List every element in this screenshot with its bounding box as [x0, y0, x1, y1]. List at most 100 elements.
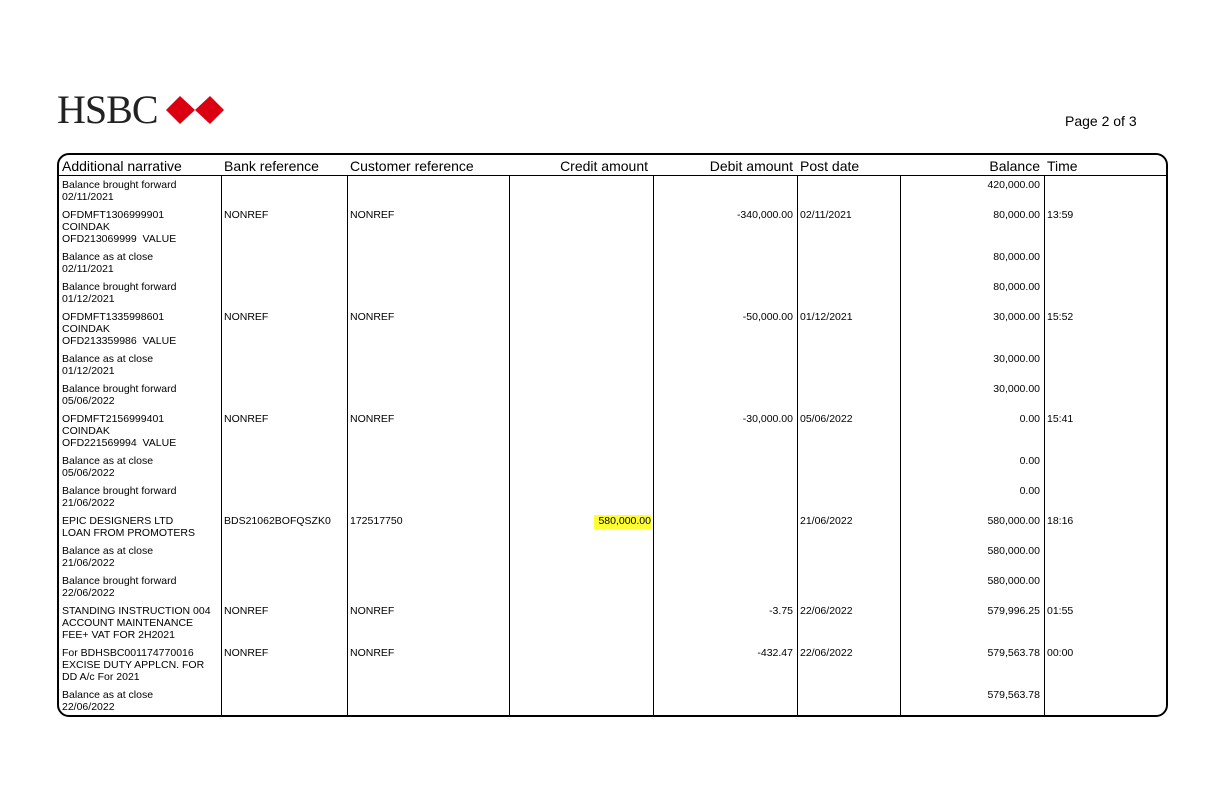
header-debit-amount: Debit amount — [709, 158, 793, 174]
cell-credit: 580,000.00 — [594, 515, 651, 529]
cell-cust-ref: NONREF — [350, 605, 395, 617]
cell-cust-ref: NONREF — [350, 647, 395, 659]
narrative-line: OFDMFT2156999401 — [62, 413, 165, 425]
cell-narrative: Balance brought forward 01/12/2021 — [62, 281, 176, 305]
narrative-line: EXCISE DUTY APPLCN. FOR — [62, 659, 205, 671]
cell-balance: 579,996.25 — [987, 605, 1040, 617]
cell-post-date: 22/06/2022 — [800, 647, 853, 659]
header-bank-reference: Bank reference — [224, 158, 319, 174]
cell-balance: 80,000.00 — [993, 281, 1040, 293]
header-post-date: Post date — [800, 158, 860, 174]
column-divider — [653, 175, 654, 715]
narrative-line: Balance as at close — [62, 251, 154, 263]
cell-cust-ref: 172517750 — [350, 515, 403, 527]
cell-time: 15:41 — [1047, 413, 1074, 425]
cell-balance: 579,563.78 — [987, 689, 1040, 701]
narrative-line: COINDAK — [62, 221, 110, 233]
narrative-line: For BDHSBC001174770016 — [62, 647, 194, 659]
narrative-line: OFD213069999 VALUE — [62, 233, 177, 245]
cell-cust-ref: NONREF — [350, 413, 395, 425]
narrative-line: 21/06/2022 — [62, 497, 115, 509]
cell-narrative: For BDHSBC001174770016 EXCISE DUTY APPLCN… — [62, 647, 204, 683]
column-divider — [221, 175, 222, 715]
narrative-line: OFD213359986 VALUE — [62, 335, 177, 347]
header-divider — [59, 175, 1166, 176]
cell-balance: 420,000.00 — [987, 179, 1040, 191]
cell-narrative: Balance as at close 05/06/2022 — [62, 455, 153, 479]
cell-debit: -432.47 — [757, 647, 793, 659]
narrative-line: OFDMFT1306999901 — [62, 209, 165, 221]
cell-narrative: OFDMFT1306999901 COINDAK OFD213069999 VALU… — [62, 209, 176, 245]
cell-cust-ref: NONREF — [350, 209, 395, 221]
hexagon-logo-icon — [165, 96, 224, 124]
narrative-line: DD A/c For 2021 — [62, 671, 140, 683]
narrative-line: Balance as at close — [62, 353, 154, 365]
narrative-line: OFDMFT1335998601 — [62, 311, 165, 323]
cell-balance: 30,000.00 — [993, 383, 1040, 395]
cell-bank-ref: NONREF — [224, 605, 269, 617]
cell-narrative: Balance as at close 01/12/2021 — [62, 353, 153, 377]
narrative-line: COINDAK — [62, 323, 110, 335]
statement-table: Additional narrative Bank reference Cust… — [57, 153, 1168, 717]
narrative-line: ACCOUNT MAINTENANCE — [62, 617, 194, 629]
hsbc-logo: HSBC — [57, 90, 224, 130]
cell-balance: 580,000.00 — [987, 545, 1040, 557]
cell-time: 15:52 — [1047, 311, 1074, 323]
cell-narrative: Balance brought forward 02/11/2021 — [62, 179, 176, 203]
cell-balance: 0.00 — [1019, 455, 1040, 467]
cell-balance: 80,000.00 — [993, 209, 1040, 221]
cell-post-date: 01/12/2021 — [800, 311, 853, 323]
narrative-line: 01/12/2021 — [62, 293, 115, 305]
narrative-line: STANDING INSTRUCTION 004 — [62, 605, 211, 617]
cell-debit: -50,000.00 — [742, 311, 793, 323]
narrative-line: 02/11/2021 — [62, 263, 114, 275]
cell-narrative: OFDMFT1335998601 COINDAK OFD213359986 VALU… — [62, 311, 176, 347]
narrative-line: OFD221569994 VALUE — [62, 437, 177, 449]
cell-balance: 80,000.00 — [993, 251, 1040, 263]
bank-name: HSBC — [57, 87, 158, 132]
narrative-line: Balance brought forward — [62, 383, 177, 395]
cell-bank-ref: NONREF — [224, 209, 269, 221]
column-divider — [900, 175, 901, 715]
narrative-line: 22/06/2022 — [62, 587, 115, 599]
narrative-line: 01/12/2021 — [62, 365, 115, 377]
cell-bank-ref: NONREF — [224, 413, 269, 425]
cell-time: 13:59 — [1047, 209, 1074, 221]
cell-narrative: Balance brought forward 21/06/2022 — [62, 485, 176, 509]
column-divider — [509, 175, 510, 715]
cell-debit: -30,000.00 — [742, 413, 793, 425]
column-divider — [1044, 175, 1045, 715]
cell-narrative: STANDING INSTRUCTION 004 ACCOUNT MAINTENA… — [62, 605, 211, 641]
cell-balance: 0.00 — [1019, 485, 1040, 497]
narrative-line: 22/06/2022 — [62, 701, 115, 713]
cell-balance: 0.00 — [1019, 413, 1040, 425]
cell-debit: -3.75 — [769, 605, 793, 617]
cell-narrative: Balance as at close 02/11/2021 — [62, 251, 153, 275]
cell-balance: 30,000.00 — [993, 353, 1040, 365]
credit-amount-value: 580,000.00 — [594, 515, 651, 529]
cell-post-date: 21/06/2022 — [800, 515, 853, 527]
narrative-line: EPIC DESIGNERS LTD — [62, 515, 174, 527]
narrative-line: 02/11/2021 — [62, 191, 114, 203]
cell-time: 18:16 — [1047, 515, 1074, 527]
header-time: Time — [1047, 158, 1078, 174]
cell-balance: 580,000.00 — [987, 575, 1040, 587]
cell-cust-ref: NONREF — [350, 311, 395, 323]
narrative-line: Balance brought forward — [62, 575, 177, 587]
narrative-line: Balance brought forward — [62, 179, 177, 191]
narrative-line: COINDAK — [62, 425, 110, 437]
header-balance: Balance — [989, 158, 1040, 174]
cell-debit: -340,000.00 — [736, 209, 793, 221]
narrative-line: Balance as at close — [62, 455, 154, 467]
header-credit-amount: Credit amount — [560, 158, 648, 174]
narrative-line: Balance as at close — [62, 689, 154, 701]
narrative-line: Balance brought forward — [62, 485, 177, 497]
narrative-line: FEE+ VAT FOR 2H2021 — [62, 629, 175, 641]
narrative-line: Balance as at close — [62, 545, 154, 557]
cell-narrative: Balance brought forward 22/06/2022 — [62, 575, 176, 599]
cell-bank-ref: NONREF — [224, 311, 269, 323]
cell-bank-ref: NONREF — [224, 647, 269, 659]
header-customer-reference: Customer reference — [350, 158, 474, 174]
column-divider — [797, 175, 798, 715]
narrative-line: Balance brought forward — [62, 281, 177, 293]
